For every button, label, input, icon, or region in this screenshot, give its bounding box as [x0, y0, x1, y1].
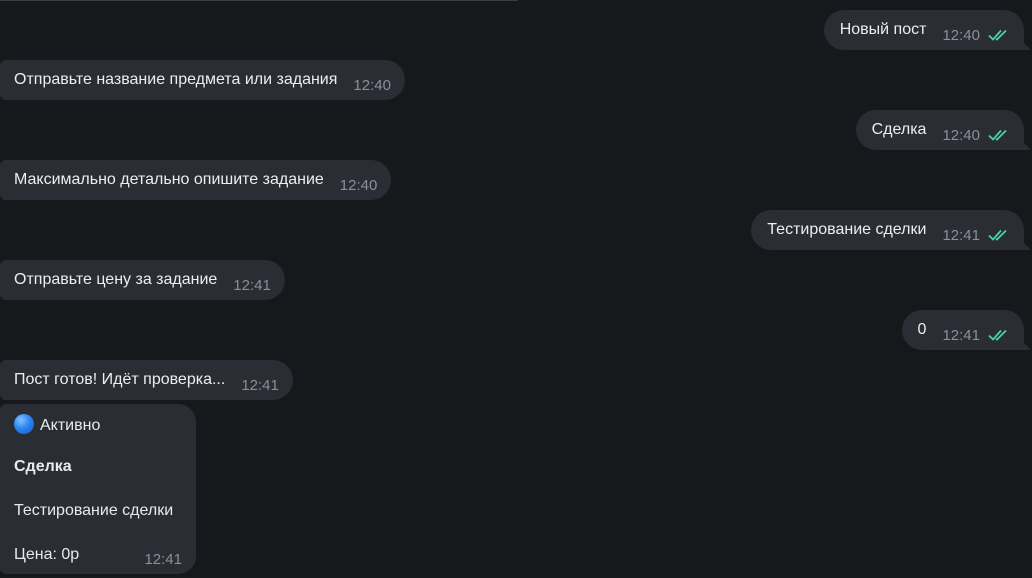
message-time: 12:40 — [942, 126, 980, 144]
message-time: 12:40 — [339, 176, 378, 194]
message-text: Отправьте название предмета или задания — [14, 71, 338, 88]
message-text: Новый пост — [839, 21, 927, 38]
outgoing-message[interactable]: 0 12:41 — [901, 310, 1024, 350]
incoming-message[interactable]: Максимально детально опишите задание 12:… — [0, 160, 392, 200]
double-check-icon — [988, 329, 1007, 341]
post-card-message[interactable]: Активно Сделка Тестирование сделки Цена:… — [0, 404, 196, 574]
message-time: 12:41 — [241, 376, 279, 394]
outgoing-message[interactable]: Тестирование сделки 12:41 — [751, 210, 1024, 250]
post-title: Сделка — [14, 458, 72, 475]
post-status: Активно — [14, 414, 100, 435]
post-price: Цена: 0р — [14, 546, 80, 563]
double-check-icon — [988, 29, 1007, 41]
message-text: Сделка — [871, 121, 927, 138]
message-text: Тестирование сделки — [767, 221, 927, 238]
message-text: 0 — [917, 321, 927, 338]
message-time: 12:40 — [942, 26, 980, 44]
message-time: 12:41 — [233, 276, 271, 294]
message-text: Отправьте цену за задание — [14, 271, 218, 288]
incoming-message[interactable]: Отправьте цену за задание 12:41 — [0, 260, 285, 300]
message-text: Пост готов! Идёт проверка... — [14, 371, 226, 388]
blue-circle-icon — [14, 414, 34, 434]
incoming-message[interactable]: Отправьте название предмета или задания … — [0, 60, 405, 100]
message-text: Максимально детально опишите задание — [14, 171, 324, 188]
top-divider — [0, 0, 518, 1]
post-status-label: Активно — [40, 417, 101, 434]
incoming-message[interactable]: Пост готов! Идёт проверка... 12:41 — [0, 360, 293, 400]
post-description: Тестирование сделки — [14, 502, 174, 519]
message-time: 12:41 — [144, 551, 182, 568]
outgoing-message[interactable]: Новый пост 12:40 — [823, 10, 1024, 50]
chat-history[interactable]: Новый пост 12:40 Отправьте название пред… — [0, 0, 1032, 578]
double-check-icon — [988, 129, 1007, 141]
double-check-icon — [988, 229, 1007, 241]
message-time: 12:40 — [353, 76, 391, 94]
message-time: 12:41 — [942, 226, 980, 244]
outgoing-message[interactable]: Сделка 12:40 — [855, 110, 1024, 150]
message-time: 12:41 — [942, 326, 980, 344]
